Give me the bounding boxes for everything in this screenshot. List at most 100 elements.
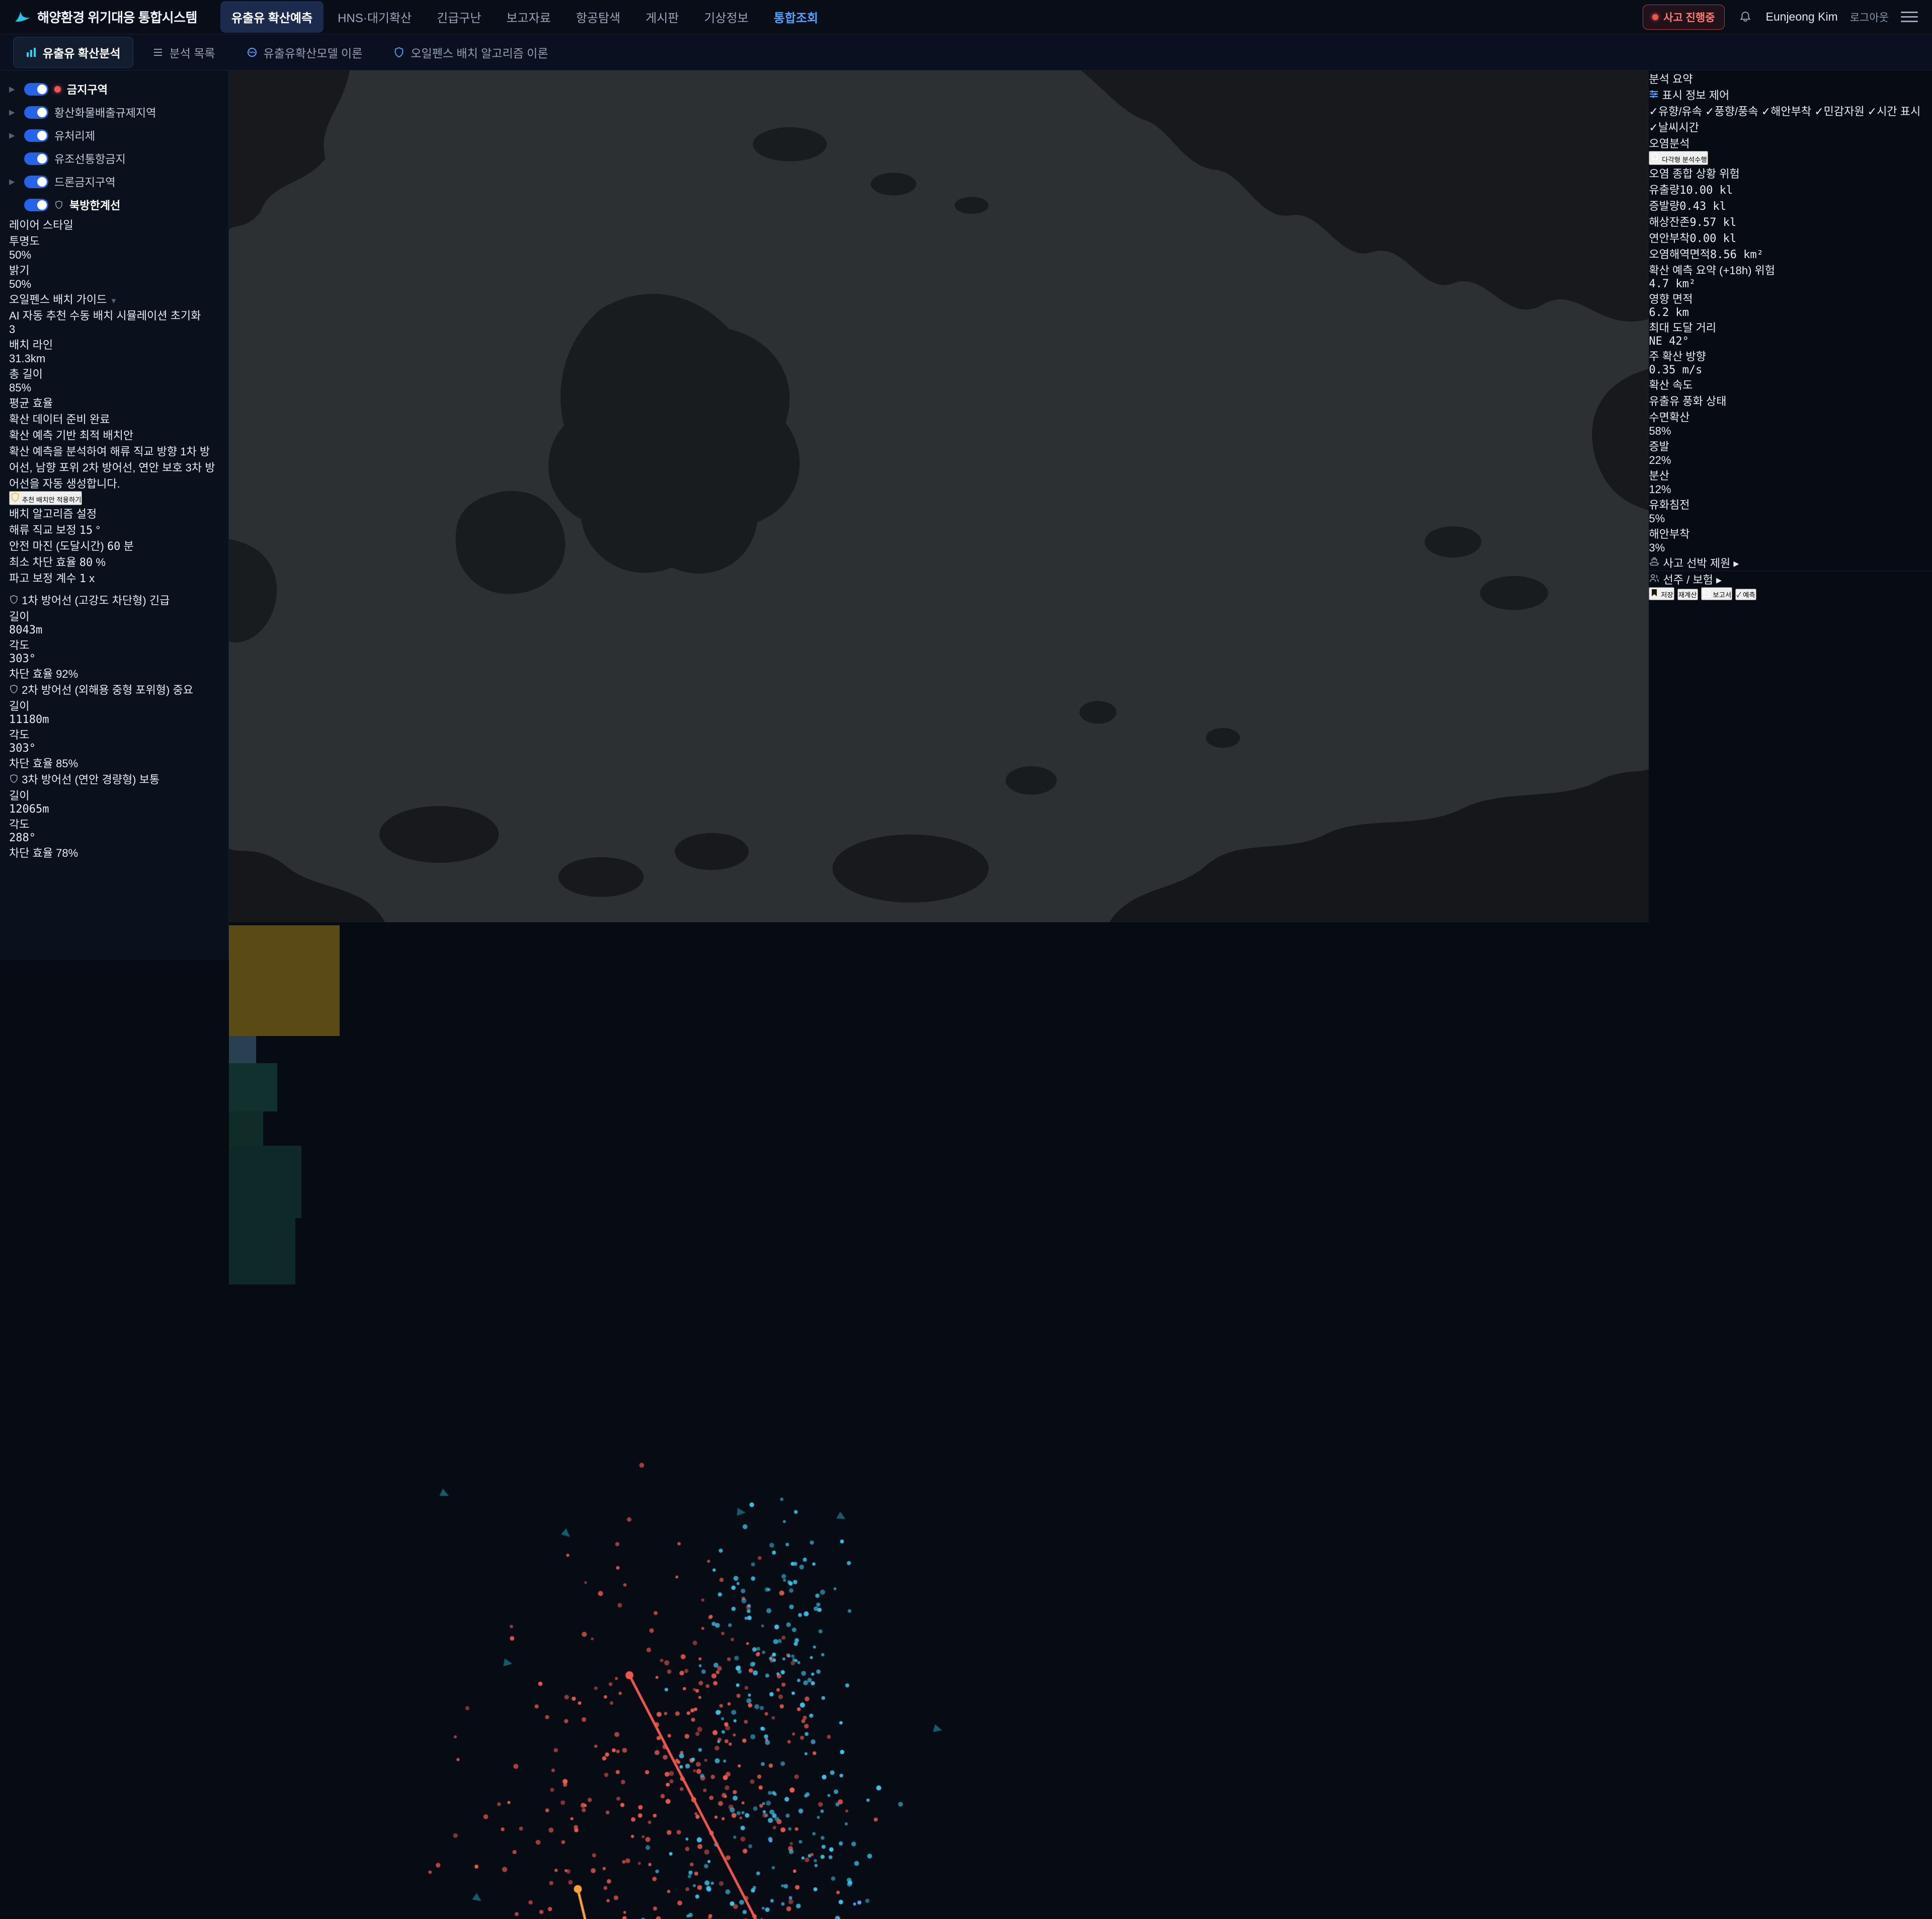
tab-manual[interactable]: 수동 배치 <box>69 309 113 322</box>
defense-line-card-1[interactable]: 1차 방어선 (고강도 차단형) 긴급 길이8043m 각도303° 차단 효율… <box>9 592 218 681</box>
algorithm-settings-title: 배치 알고리즘 설정 <box>9 508 97 520</box>
expand-chevron-icon[interactable]: ▶ <box>9 131 18 140</box>
report-button[interactable]: 보고서 <box>1701 587 1733 600</box>
menu-hns[interactable]: HNS·대기확산 <box>327 1 423 33</box>
collapse-chevron-icon[interactable]: ▼ <box>110 297 118 305</box>
shield-icon <box>9 684 19 694</box>
param-input[interactable]: 15 <box>79 524 93 537</box>
menu-board[interactable]: 게시판 <box>634 1 690 33</box>
layer-toggle[interactable] <box>24 83 48 96</box>
layer-row-nll: 북방한계선 <box>9 193 218 216</box>
layer-label: 북방한계선 <box>69 197 120 213</box>
bookmark-icon <box>1650 588 1659 597</box>
stat-total-length: 31.3km 총 길이 <box>9 352 218 381</box>
param-input[interactable]: 1 <box>79 573 86 585</box>
layer-toggle[interactable] <box>24 106 48 119</box>
layer-label: 드론금지구역 <box>54 174 115 190</box>
layer-row-tanker-ban: 유조선통항금지 <box>9 147 218 170</box>
plan-description: 확산 예측을 분석하여 해류 직교 방향 1차 방어선, 남향 포위 2차 방어… <box>9 443 218 491</box>
apply-plan-button[interactable]: 추천 배치안 적용하기 <box>9 491 82 505</box>
stat-line-count: 3 배치 라인 <box>9 323 218 352</box>
param-min-efficiency: 최소 차단 효율 80 % <box>9 553 218 570</box>
map-viewport[interactable]: 여수시 우두리 화양면 돌산읍 여자만 갯벌보호구역 (6h) 송포 해수욕장 … <box>229 70 1649 1919</box>
menu-spill-forecast[interactable]: 유출유 확산예측 <box>220 1 324 33</box>
sensitive-zone-circle <box>229 1146 301 1218</box>
tab-analysis-summary[interactable]: 분석 요약 <box>1649 70 1932 87</box>
tab-ai-auto[interactable]: AI 자동 추천 <box>9 309 66 322</box>
map-area: 여수시 우두리 화양면 돌산읍 여자만 갯벌보호구역 (6h) 송포 해수욕장 … <box>229 70 1649 959</box>
sensitive-zone-circle <box>229 1063 277 1111</box>
logout-button[interactable]: 로그아웃 <box>1850 10 1889 25</box>
checkbox-weather-time[interactable]: ✓날씨시간 <box>1649 121 1699 134</box>
layer-toggle[interactable] <box>24 152 48 165</box>
vessel-spec-section[interactable]: 사고 선박 제원 ▸ <box>1649 554 1932 571</box>
sensitive-zone-circle <box>229 925 340 1036</box>
layer-toggle[interactable] <box>24 129 48 142</box>
main-menu: 유출유 확산예측 HNS·대기확산 긴급구난 보고자료 항공탐색 게시판 기상정… <box>220 1 1633 33</box>
forecast-summary-section: 확산 예측 요약 (+18h) 위험 4.7 km²영향 면적 6.2 km최대… <box>1649 262 1932 392</box>
checkbox-shore-attach[interactable]: ✓해안부착 <box>1761 105 1811 118</box>
save-button[interactable]: 저장 <box>1649 587 1674 600</box>
layer-row-drone-ban: ▶ 드론금지구역 <box>9 170 218 193</box>
left-sidebar: ▶ 금지구역 ▶ 황산화물배출규제지역 ▶ 유처리제 유조선통항금지 <box>0 70 229 959</box>
priority-badge: 보통 <box>139 773 159 786</box>
menu-rescue[interactable]: 긴급구난 <box>426 1 492 33</box>
right-panel: 분석 요약 표시 정보 제어 ✓유향/유속 ✓풍향/풍속 ✓해안부착 ✓민감자원… <box>1649 70 1932 959</box>
opacity-slider-row: 투명도 50% <box>9 232 218 262</box>
hamburger-menu-icon[interactable] <box>1901 12 1918 22</box>
menu-weather-info[interactable]: 기상정보 <box>693 1 759 33</box>
layer-toggle[interactable] <box>24 199 48 211</box>
impact-area: 4.7 km²영향 면적 <box>1649 278 1932 306</box>
tab-spill-analysis[interactable]: 유출유 확산분석 <box>13 37 133 68</box>
defense-line-card-3[interactable]: 3차 방어선 (연안 경량형) 보통 길이12065m 각도288° 차단 효율… <box>9 771 218 860</box>
remaining-at-sea: 해상잔존9.57 kl <box>1649 213 1932 229</box>
expand-chevron-icon[interactable]: ▶ <box>9 108 18 117</box>
top-nav: 해양환경 위기대응 통합시스템 유출유 확산예측 HNS·대기확산 긴급구난 보… <box>0 0 1932 34</box>
tab-model-theory[interactable]: 유출유확산모델 이론 <box>234 37 375 67</box>
efficiency-status: 차단 효율 92% <box>9 665 218 681</box>
wave-model-icon <box>247 47 258 58</box>
app-root: 해양환경 위기대응 통합시스템 유출유 확산예측 HNS·대기확산 긴급구난 보… <box>0 0 1932 959</box>
document-icon <box>1702 588 1711 597</box>
ai-plan-card: 확산 데이터 준비 완료 확산 예측 기반 최적 배치안 확산 예측을 분석하여… <box>9 411 218 505</box>
tab-boom-algorithm-theory[interactable]: 오일펜스 배치 알고리즘 이론 <box>381 37 560 67</box>
recalculate-button[interactable]: 재계산 <box>1677 589 1698 600</box>
param-safety-margin: 안전 마진 (도달시간) 60 분 <box>9 537 218 553</box>
spread-speed: 0.35 m/s확산 속도 <box>1649 364 1932 392</box>
notification-bell-icon[interactable] <box>1737 9 1754 26</box>
polygon-analysis-button[interactable]: 다각형 분석수행 <box>1649 151 1708 165</box>
boom-guide-header[interactable]: 오일펜스 배치 가이드 ▼ <box>9 291 218 307</box>
checkbox-current-dir[interactable]: ✓유향/유속 <box>1649 105 1702 118</box>
brand: 해양환경 위기대응 통합시스템 <box>14 8 197 26</box>
layer-row-restricted-zone: ▶ 금지구역 <box>9 77 218 101</box>
menu-integrated-search[interactable]: 통합조회 <box>763 1 829 33</box>
param-wave-correction: 파고 보정 계수 1 x <box>9 570 218 586</box>
expand-chevron-icon[interactable]: ▶ <box>9 177 18 186</box>
danger-badge: 위험 <box>1755 264 1775 277</box>
layer-settings-icon[interactable] <box>203 151 218 166</box>
menu-reports[interactable]: 보고자료 <box>495 1 561 33</box>
owner-insurance-section[interactable]: 선주 / 보험 ▸ <box>1649 571 1932 587</box>
predict-button[interactable]: ✓ 예측 <box>1735 589 1756 600</box>
opacity-value: 50% <box>9 249 31 261</box>
menu-aerial-search[interactable]: 항공탐색 <box>565 1 631 33</box>
shield-icon <box>54 200 63 209</box>
checkbox-time-display[interactable]: ✓시간 표시 <box>1868 105 1921 118</box>
chart-icon <box>26 47 37 58</box>
summary-body: 표시 정보 제어 ✓유향/유속 ✓풍향/풍속 ✓해안부착 ✓민감자원 ✓시간 표… <box>1649 87 1932 587</box>
checkbox-wind-dir[interactable]: ✓풍향/풍속 <box>1705 105 1758 118</box>
brightness-value: 50% <box>9 278 31 290</box>
param-input[interactable]: 60 <box>107 540 121 553</box>
tab-analysis-list[interactable]: 분석 목록 <box>140 37 227 67</box>
layer-toggle[interactable] <box>24 176 48 188</box>
tab-reset[interactable]: 초기화 <box>171 309 201 322</box>
sliders-icon <box>1649 89 1659 99</box>
app-title: 해양환경 위기대응 통합시스템 <box>37 8 197 26</box>
checkbox-sensitive-resource[interactable]: ✓민감자원 <box>1814 105 1864 118</box>
max-reach-distance: 6.2 km최대 도달 거리 <box>1649 306 1932 335</box>
defense-line-card-2[interactable]: 2차 방어선 (외해용 중형 포위형) 중요 길이11180m 각도303° 차… <box>9 681 218 771</box>
param-input[interactable]: 80 <box>79 556 93 569</box>
tab-simulation[interactable]: 시뮬레이션 <box>116 309 167 322</box>
incident-status-badge[interactable]: 사고 진행중 <box>1643 5 1724 30</box>
expand-chevron-icon[interactable]: ▶ <box>9 85 18 94</box>
